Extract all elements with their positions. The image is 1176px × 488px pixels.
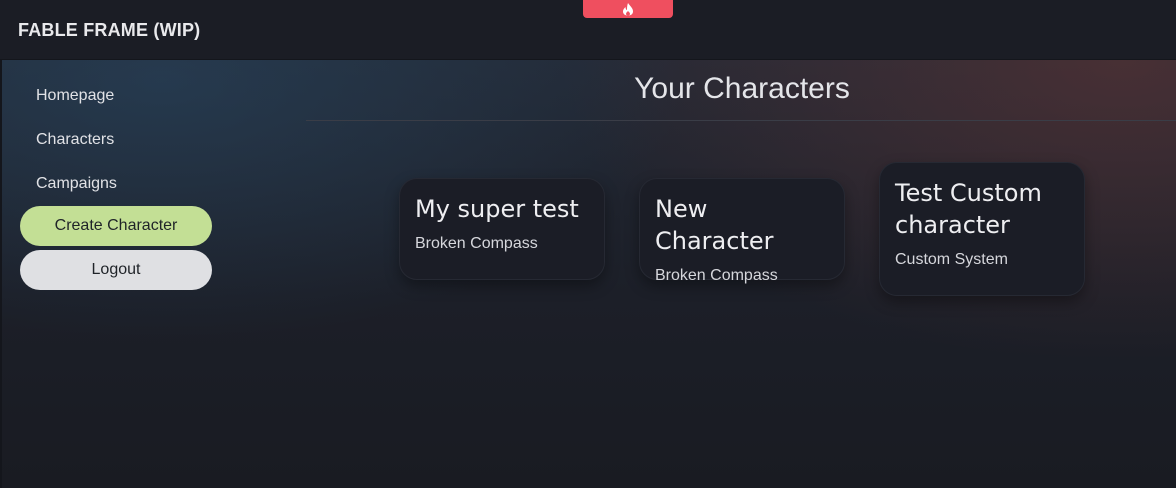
- page-title: Your Characters: [634, 72, 850, 105]
- top-tab-button[interactable]: [583, 0, 673, 18]
- main-area: Homepage Characters Campaigns Create Cha…: [0, 60, 1176, 488]
- character-system: Broken Compass: [655, 267, 778, 284]
- flame-icon: [621, 2, 635, 16]
- character-card[interactable]: New Character Broken Compass: [639, 178, 845, 284]
- title-divider: [306, 120, 1176, 121]
- sidebar: Homepage Characters Campaigns Create Cha…: [20, 74, 212, 290]
- logout-button[interactable]: Logout: [20, 250, 212, 290]
- sidebar-item-homepage[interactable]: Homepage: [20, 74, 212, 118]
- character-name: New Character: [655, 195, 774, 255]
- character-system: Broken Compass: [415, 235, 538, 252]
- create-character-button[interactable]: Create Character: [20, 206, 212, 246]
- top-bar: FABLE FRAME (WIP): [0, 0, 1176, 60]
- character-system: Custom System: [895, 251, 1008, 268]
- character-name: My super test: [415, 195, 579, 223]
- character-card[interactable]: Test Custom character Custom System: [879, 162, 1085, 296]
- sidebar-item-campaigns[interactable]: Campaigns: [20, 162, 212, 206]
- character-card[interactable]: My super test Broken Compass: [399, 178, 605, 280]
- sidebar-item-characters[interactable]: Characters: [20, 118, 212, 162]
- character-name: Test Custom character: [895, 179, 1042, 239]
- app-title: FABLE FRAME (WIP): [18, 20, 201, 40]
